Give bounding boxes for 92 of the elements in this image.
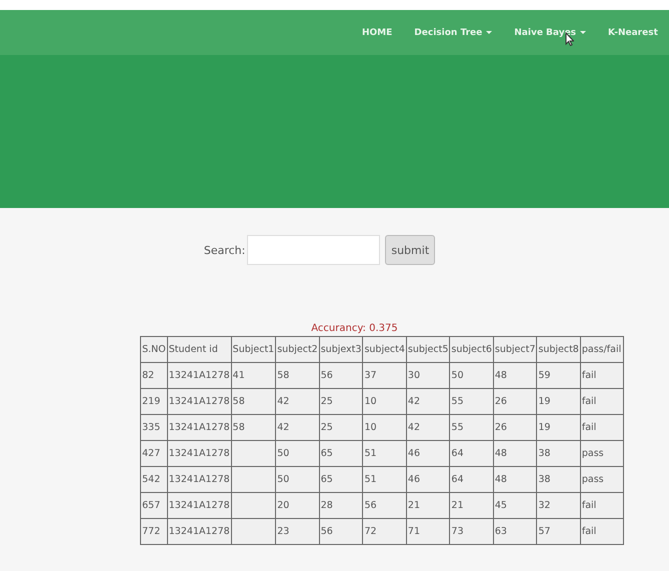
table-cell: 51 (364, 474, 377, 485)
table-cell: 32 (538, 500, 550, 511)
table-cell: 72 (364, 526, 377, 537)
table-cell: 19 (538, 396, 550, 407)
table-cell: 42 (277, 396, 290, 407)
table-cell: fail (582, 500, 596, 511)
search-field[interactable] (247, 235, 380, 265)
table-cell: 542 (142, 474, 160, 485)
table-cell: 57 (538, 526, 550, 537)
table-cell: 772 (142, 526, 160, 537)
table-cell: 64 (451, 474, 464, 485)
table-cell: 65 (320, 474, 333, 485)
table-cell: 657 (142, 500, 160, 511)
column-header: pass/fail (580, 336, 624, 362)
column-header: subject7 (493, 336, 537, 362)
table-cell: 58 (232, 422, 245, 433)
table-cell: 335 (142, 422, 160, 433)
table-cell: fail (582, 370, 596, 381)
table-cell: 73 (451, 526, 464, 537)
table-cell: 13241A1278 (168, 500, 230, 511)
table-cell: pass (582, 474, 604, 485)
nav-link[interactable]: Naive Bayes (514, 28, 586, 38)
table-cell: 63 (494, 526, 507, 537)
table-cell: 13241A1278 (168, 526, 230, 537)
table-cell: 10 (364, 422, 377, 433)
search-label: Search: (204, 244, 246, 256)
table-cell: 25 (320, 396, 333, 407)
column-header: subject5 (406, 336, 450, 362)
table-cell: 82 (142, 370, 154, 381)
table-cell: 26 (494, 396, 507, 407)
table-cell: 41 (232, 370, 245, 381)
table-cell: pass (582, 448, 604, 459)
table-cell: 38 (538, 474, 550, 485)
table-cell: 64 (451, 448, 464, 459)
table-cell: 219 (142, 396, 160, 407)
table-cell: 20 (277, 500, 290, 511)
table-cell: 25 (320, 422, 333, 433)
table-cell: 13241A1278 (168, 474, 230, 485)
table-cell: 55 (451, 396, 464, 407)
table-cell: 19 (538, 422, 550, 433)
table-cell: 46 (408, 448, 420, 459)
table-cell: 21 (408, 500, 420, 511)
table-cell: 55 (451, 422, 464, 433)
table-cell: 65 (320, 448, 333, 459)
table-cell: 45 (494, 500, 507, 511)
table-cell: 13241A1278 (168, 422, 230, 433)
table-cell: 42 (408, 396, 420, 407)
table-cell: 56 (364, 500, 377, 511)
column-header: subject4 (362, 336, 406, 362)
table-cell: 50 (277, 448, 290, 459)
column-header: Student id (167, 336, 232, 362)
table-cell: 51 (364, 448, 377, 459)
column-header: S.NO (140, 336, 168, 362)
table-cell: fail (582, 422, 596, 433)
table-cell: 48 (494, 448, 507, 459)
column-header: subject6 (450, 336, 494, 362)
nav-link[interactable]: K-Nearest (608, 28, 658, 38)
table-cell: 48 (494, 474, 507, 485)
table-cell: 23 (277, 526, 290, 537)
table-cell: 56 (320, 526, 333, 537)
table-cell: fail (582, 526, 596, 537)
column-header: subjext3 (319, 336, 363, 362)
table-cell: 21 (451, 500, 464, 511)
table-cell: 28 (320, 500, 333, 511)
table-cell: 71 (408, 526, 420, 537)
table-cell: fail (582, 396, 596, 407)
table-cell: 50 (451, 370, 464, 381)
table-cell: 37 (364, 370, 377, 381)
table-cell: 13241A1278 (168, 370, 230, 381)
table-cell: 10 (364, 396, 377, 407)
table-cell: 59 (538, 370, 550, 381)
table-cell: 13241A1278 (168, 448, 230, 459)
table-cell: 58 (277, 370, 290, 381)
table-cell: 56 (320, 370, 333, 381)
table-cell: 42 (408, 422, 420, 433)
table-cell: 48 (494, 370, 507, 381)
table-cell: 58 (232, 396, 245, 407)
table-cell: 30 (408, 370, 420, 381)
table-cell: 50 (277, 474, 290, 485)
column-header: subject8 (536, 336, 580, 362)
submit-button[interactable]: submit (385, 235, 436, 265)
table-cell: 26 (494, 422, 507, 433)
nav-link[interactable]: Decision Tree (414, 28, 492, 38)
table-cell: 427 (142, 448, 160, 459)
table-cell: 38 (538, 448, 550, 459)
accuracy-text: Accurancy: 0.375 (311, 323, 398, 334)
column-header: subject2 (276, 336, 320, 362)
table-cell: 46 (408, 474, 420, 485)
column-header: Subject1 (231, 336, 276, 362)
nav-link[interactable]: HOME (362, 28, 392, 38)
table-cell: 42 (277, 422, 290, 433)
table-cell: 13241A1278 (168, 396, 230, 407)
